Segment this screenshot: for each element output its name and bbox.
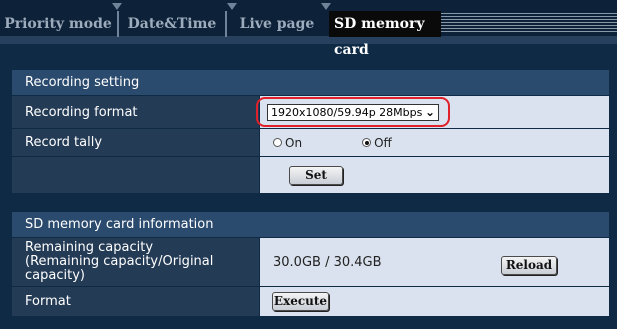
record-tally-row: Record tally On Off [12, 129, 609, 156]
sd-info-header: SD memory card information [12, 212, 609, 237]
label-line-2: (Remaining capacity/Original capacity) [25, 254, 214, 283]
recording-format-label: Recording format [12, 96, 259, 128]
recording-setting-header: Recording setting [12, 70, 609, 95]
tab-notch [227, 3, 237, 10]
tab-date-time[interactable]: Date&Time [117, 11, 225, 37]
tab-bar-filler [441, 13, 617, 33]
set-button[interactable]: Set [289, 166, 343, 185]
radio-label: Off [374, 135, 392, 150]
select-value: 1920x1080/59.94p 28Mbps [271, 106, 423, 119]
label-line-1: Remaining capacity [25, 240, 154, 255]
radio-selected-icon [362, 138, 372, 147]
format-label: Format [12, 287, 259, 316]
recording-format-select[interactable]: 1920x1080/59.94p 28Mbps ⌄ [267, 104, 439, 121]
record-tally-options: On Off [260, 129, 609, 156]
execute-button[interactable]: Execute [272, 292, 329, 311]
tab-priority-mode[interactable]: Priority mode [0, 11, 116, 37]
chevron-down-icon: ⌄ [424, 105, 435, 119]
reload-button[interactable]: Reload [501, 256, 557, 275]
recording-format-highlight: 1920x1080/59.94p 28Mbps ⌄ [256, 97, 450, 127]
tally-off-radio[interactable]: Off [362, 136, 392, 150]
label-text: Recording format [25, 104, 138, 120]
tab-notch [112, 3, 122, 10]
section-title: Recording setting [25, 75, 140, 90]
capacity-text: 30.0GB / 30.4GB [273, 254, 382, 270]
tab-sd-memory-card[interactable]: SD memory card [329, 11, 441, 58]
remaining-capacity-label: Remaining capacity (Remaining capacity/O… [12, 238, 259, 286]
label-text: Record tally [25, 135, 103, 150]
section-title: SD memory card information [25, 217, 214, 232]
label-text: Format [25, 294, 71, 309]
tab-live-page[interactable]: Live page [225, 11, 327, 37]
record-tally-label: Record tally [12, 129, 259, 156]
tab-notch [321, 3, 331, 10]
radio-icon [273, 138, 282, 147]
set-row-label [12, 157, 259, 193]
tally-on-radio[interactable]: On [273, 136, 302, 150]
radio-label: On [285, 135, 303, 150]
